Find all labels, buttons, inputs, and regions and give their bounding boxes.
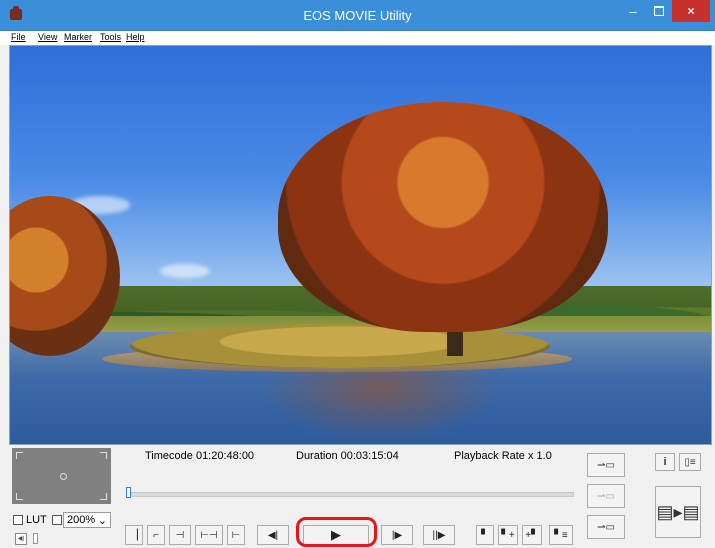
preview-cloud bbox=[160, 264, 210, 278]
marker-list-icon[interactable]: ▘≡ bbox=[549, 525, 573, 545]
panel-layout-icon[interactable]: ▯≡ bbox=[679, 453, 701, 471]
thumb-corner bbox=[16, 493, 23, 500]
volume-handle[interactable] bbox=[33, 533, 38, 544]
go-to-start-icon[interactable]: ▕ bbox=[125, 525, 143, 545]
info-icon[interactable]: i bbox=[655, 453, 675, 471]
preview-tree-canopy bbox=[278, 102, 608, 332]
next-marker-icon[interactable]: ⊢ bbox=[227, 525, 245, 545]
maximize-icon bbox=[654, 6, 664, 16]
frame-forward-icon[interactable]: |▶ bbox=[381, 525, 413, 545]
timecode: Timecode 01:20:48:00 bbox=[145, 450, 255, 462]
menu-view[interactable]: View bbox=[38, 32, 57, 42]
duration: Duration 00:03:15:04 bbox=[296, 450, 399, 462]
preview-reflection bbox=[260, 366, 500, 444]
marker-icon[interactable]: ▘ bbox=[476, 525, 494, 545]
lut-toggle[interactable]: LUT bbox=[13, 514, 62, 526]
zoom-checkbox[interactable] bbox=[51, 515, 62, 525]
marker-range-icon[interactable]: ⊢⊣ bbox=[195, 525, 223, 545]
insert-marker-icon[interactable]: +▘ bbox=[522, 525, 542, 545]
title-bar: EOS MOVIE Utility – × bbox=[0, 0, 715, 31]
close-button[interactable]: × bbox=[672, 0, 710, 22]
lut-checkbox[interactable] bbox=[13, 515, 23, 525]
preview-island bbox=[130, 324, 550, 368]
video-preview bbox=[9, 45, 712, 445]
extract-icon[interactable]: ⇀▭ bbox=[587, 515, 625, 539]
playback-rate: Playback Rate x 1.0 bbox=[454, 450, 552, 462]
seek-handle[interactable] bbox=[126, 487, 131, 498]
step-back-marker-icon[interactable]: ⌐ bbox=[147, 525, 165, 545]
minimize-button[interactable]: – bbox=[620, 0, 646, 22]
menu-help[interactable]: Help bbox=[126, 32, 145, 42]
frame-back-icon[interactable]: ◀| bbox=[257, 525, 289, 545]
thumb-corner bbox=[100, 493, 107, 500]
add-marker-icon[interactable]: ▘+ bbox=[498, 525, 518, 545]
maximize-button[interactable] bbox=[646, 0, 672, 22]
lut-label: LUT bbox=[26, 514, 47, 526]
speaker-icon[interactable]: ◀) bbox=[15, 533, 27, 545]
window-title: EOS MOVIE Utility bbox=[303, 8, 412, 23]
zoom-select[interactable]: 200% ⌄ bbox=[63, 512, 111, 528]
fast-forward-icon[interactable]: ||▶ bbox=[423, 525, 455, 545]
zoom-value: 200% bbox=[67, 514, 96, 526]
menu-marker[interactable]: Marker bbox=[64, 32, 92, 42]
prev-marker-icon[interactable]: ⊣ bbox=[169, 525, 191, 545]
play-highlight bbox=[296, 517, 377, 547]
export-frame-icon[interactable]: ⇀▭ bbox=[587, 453, 625, 477]
menu-tools[interactable]: Tools bbox=[100, 32, 121, 42]
thumb-corner bbox=[100, 452, 107, 459]
control-panel: Timecode 01:20:48:00 Duration 00:03:15:0… bbox=[9, 443, 710, 548]
filmstrip-icon[interactable]: ▤▸▤ bbox=[655, 486, 701, 538]
menu-bar: File View Marker Tools Help bbox=[0, 31, 715, 45]
chevron-down-icon: ⌄ bbox=[97, 514, 107, 527]
export-clip-icon[interactable]: ⇀▭ bbox=[587, 484, 625, 508]
thumb-corner bbox=[16, 452, 23, 459]
navigator-position-icon bbox=[60, 473, 67, 480]
navigator-thumbnail[interactable] bbox=[12, 448, 111, 504]
menu-file[interactable]: File bbox=[11, 32, 26, 42]
seek-bar[interactable] bbox=[126, 492, 574, 497]
